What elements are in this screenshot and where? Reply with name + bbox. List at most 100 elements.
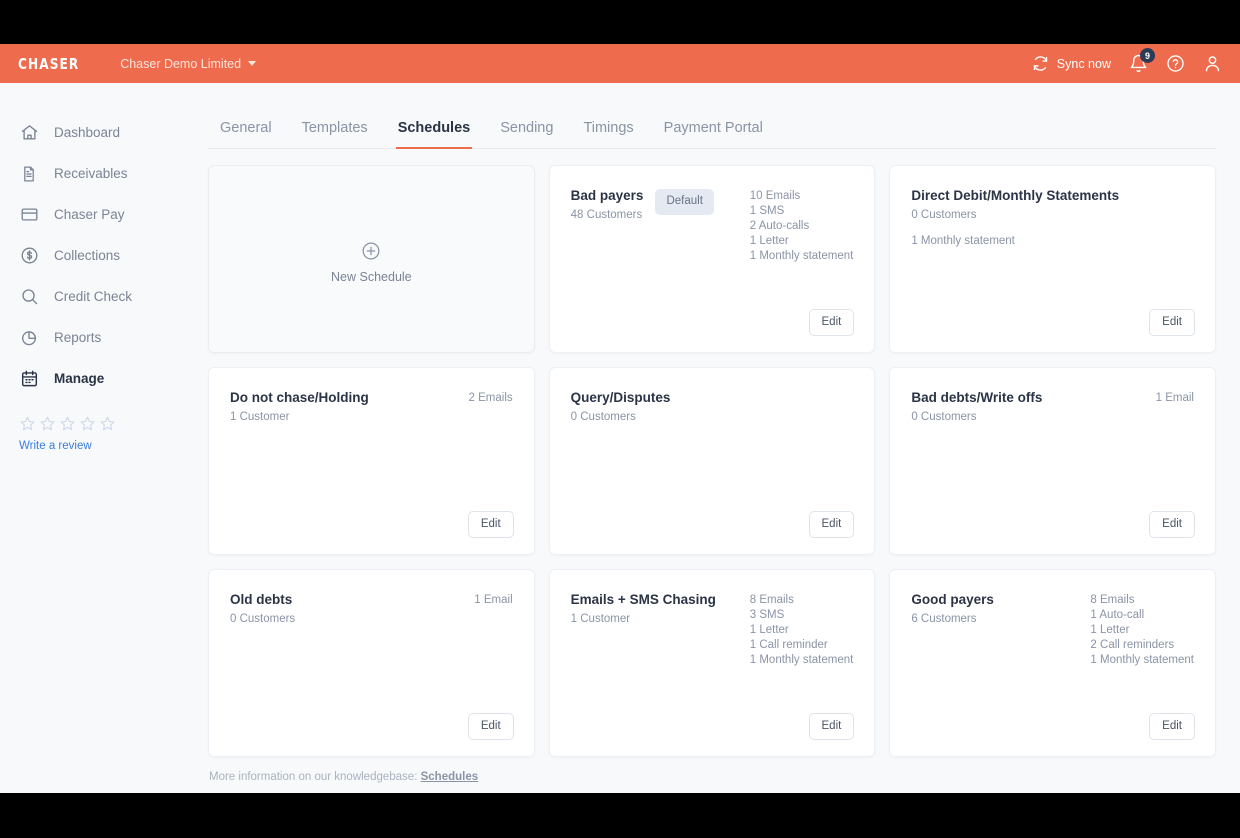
sidebar-item-chaser-pay[interactable]: Chaser Pay [0, 194, 196, 235]
schedules-grid: New Schedule Bad payers 48 Customers Def… [208, 165, 1216, 757]
schedule-customer-count: 0 Customers [911, 208, 977, 221]
schedule-card-header: Direct Debit/Monthly Statements 0 Custom… [911, 188, 1194, 221]
pie-chart-icon [19, 328, 39, 348]
schedule-stat-line: 1 Auto-call [1090, 609, 1145, 622]
sidebar: Dashboard Receivables Chaser Pay Collect… [0, 83, 196, 793]
settings-tabs: General Templates Schedules Sending Timi… [208, 83, 1216, 149]
schedule-card-identity: Good payers 6 Customers [911, 592, 994, 625]
schedule-card: Old debts 0 Customers 1 Email Edit [208, 569, 535, 757]
schedule-stat-line: 2 Emails [468, 392, 513, 404]
schedule-stats: 1 Email [474, 592, 512, 608]
star-icon[interactable] [39, 415, 56, 432]
star-icon[interactable] [19, 415, 36, 432]
schedule-card-header: Old debts 0 Customers 1 Email [230, 592, 513, 625]
schedule-card: Emails + SMS Chasing 1 Customer 8 Emails… [548, 569, 876, 757]
top-navigation-bar: CHASER Chaser Demo Limited Sync now 9 [0, 44, 1240, 83]
star-icon[interactable] [79, 415, 96, 432]
star-icon[interactable] [99, 415, 116, 432]
sidebar-item-collections[interactable]: Collections [0, 235, 196, 276]
sidebar-item-reports[interactable]: Reports [0, 317, 196, 358]
document-icon [19, 164, 39, 184]
schedule-title: Emails + SMS Chasing [570, 592, 716, 607]
schedule-card-identity: Query/Disputes 0 Customers [571, 390, 671, 423]
top-bar-actions: Sync now 9 [1032, 48, 1222, 73]
sidebar-item-label: Credit Check [54, 288, 133, 304]
sidebar-item-dashboard[interactable]: Dashboard [0, 112, 196, 153]
chevron-down-icon [248, 61, 257, 66]
tab-payment-portal[interactable]: Payment Portal [649, 120, 778, 149]
schedule-stat-line: 1 Email [1155, 392, 1194, 404]
edit-button[interactable]: Edit [467, 510, 514, 538]
write-a-review-link[interactable]: Write a review [19, 440, 92, 452]
sync-now-button[interactable]: Sync now [1032, 55, 1111, 72]
schedule-card: Good payers 6 Customers 8 Emails 1 Auto-… [889, 569, 1216, 757]
schedule-customer-count: 0 Customers [230, 612, 296, 625]
sidebar-item-label: Reports [54, 329, 102, 345]
edit-button[interactable]: Edit [1149, 712, 1195, 740]
schedule-customer-count: 48 Customers [570, 208, 643, 221]
footer-text: More information on our knowledgebase: [209, 771, 418, 783]
main-content: General Templates Schedules Sending Timi… [196, 83, 1240, 793]
edit-button[interactable]: Edit [1149, 510, 1195, 538]
chaser-logo[interactable]: CHASER [18, 55, 79, 73]
schedule-stat-line: 2 Auto-calls [749, 220, 810, 233]
schedule-stat-line: 1 Call reminder [749, 639, 828, 652]
schedule-customer-count: 1 Customer [230, 410, 290, 423]
schedule-stat-line: 1 Monthly statement [911, 234, 1015, 247]
sync-icon [1033, 56, 1047, 71]
home-icon [19, 123, 39, 143]
schedule-card-header: Do not chase/Holding 1 Customer 2 Emails [230, 390, 513, 423]
edit-button[interactable]: Edit [808, 510, 855, 538]
user-account-button[interactable] [1203, 54, 1222, 73]
schedule-card: Bad payers 48 Customers Default 10 Email… [548, 165, 876, 353]
star-rating[interactable] [19, 415, 196, 432]
schedule-card-identity: Emails + SMS Chasing 1 Customer [571, 592, 716, 625]
schedule-stat-line: 1 Letter [749, 235, 789, 248]
schedule-stat-line: 3 SMS [749, 609, 785, 622]
tab-timings[interactable]: Timings [568, 120, 648, 149]
help-circle-icon [1167, 55, 1184, 72]
schedule-customer-count: 0 Customers [570, 410, 636, 423]
browser-viewport: CHASER Chaser Demo Limited Sync now 9 Da… [0, 44, 1240, 793]
new-schedule-label: New Schedule [331, 269, 412, 284]
schedule-customer-count: 1 Customer [570, 612, 631, 625]
schedule-card: Query/Disputes 0 Customers Edit [548, 367, 876, 555]
schedule-stat-line: 1 Email [474, 594, 513, 606]
schedule-stat-line: 1 Monthly statement [1090, 654, 1194, 667]
user-icon [1205, 56, 1220, 72]
screen-bezel-bottom [0, 793, 1240, 838]
dollar-circle-icon [19, 246, 39, 266]
schedule-card-header: Bad debts/Write offs 0 Customers 1 Email [911, 390, 1194, 423]
organization-switcher[interactable]: Chaser Demo Limited [120, 57, 257, 71]
help-button[interactable] [1166, 54, 1185, 73]
sidebar-item-manage[interactable]: Manage [0, 358, 196, 399]
sidebar-item-credit-check[interactable]: Credit Check [0, 276, 196, 317]
schedule-card-header: Good payers 6 Customers 8 Emails 1 Auto-… [911, 592, 1194, 668]
edit-button[interactable]: Edit [1149, 308, 1195, 336]
knowledgebase-schedules-link[interactable]: Schedules [421, 771, 479, 783]
edit-button[interactable]: Edit [808, 712, 855, 740]
schedule-stat-line: 8 Emails [1090, 594, 1135, 606]
schedule-stats: 10 Emails 1 SMS 2 Auto-calls 1 Letter 1 … [750, 188, 854, 264]
star-icon[interactable] [59, 415, 76, 432]
screen-bezel-top [0, 0, 1240, 44]
schedule-stat-line: 1 Letter [749, 624, 789, 637]
edit-button[interactable]: Edit [808, 308, 855, 336]
tab-templates[interactable]: Templates [287, 120, 383, 149]
new-schedule-card[interactable]: New Schedule [208, 165, 535, 353]
schedule-stat-line: 1 SMS [749, 205, 785, 218]
schedule-stat-line: 2 Call reminders [1090, 639, 1175, 652]
tab-general[interactable]: General [208, 120, 287, 149]
tab-sending[interactable]: Sending [485, 120, 568, 149]
sync-now-label: Sync now [1056, 56, 1111, 71]
notifications-button[interactable]: 9 [1129, 48, 1155, 73]
edit-button[interactable]: Edit [467, 712, 514, 740]
schedule-title: Bad payers [570, 188, 644, 203]
sidebar-item-receivables[interactable]: Receivables [0, 153, 196, 194]
schedule-card-identity: Do not chase/Holding 1 Customer [230, 390, 369, 423]
sidebar-item-label: Manage [54, 370, 105, 386]
schedule-card: Direct Debit/Monthly Statements 0 Custom… [889, 165, 1216, 353]
schedule-stats: 2 Emails [469, 390, 513, 406]
schedule-card-identity: Bad payers 48 Customers [571, 188, 644, 221]
tab-schedules[interactable]: Schedules [383, 120, 486, 149]
